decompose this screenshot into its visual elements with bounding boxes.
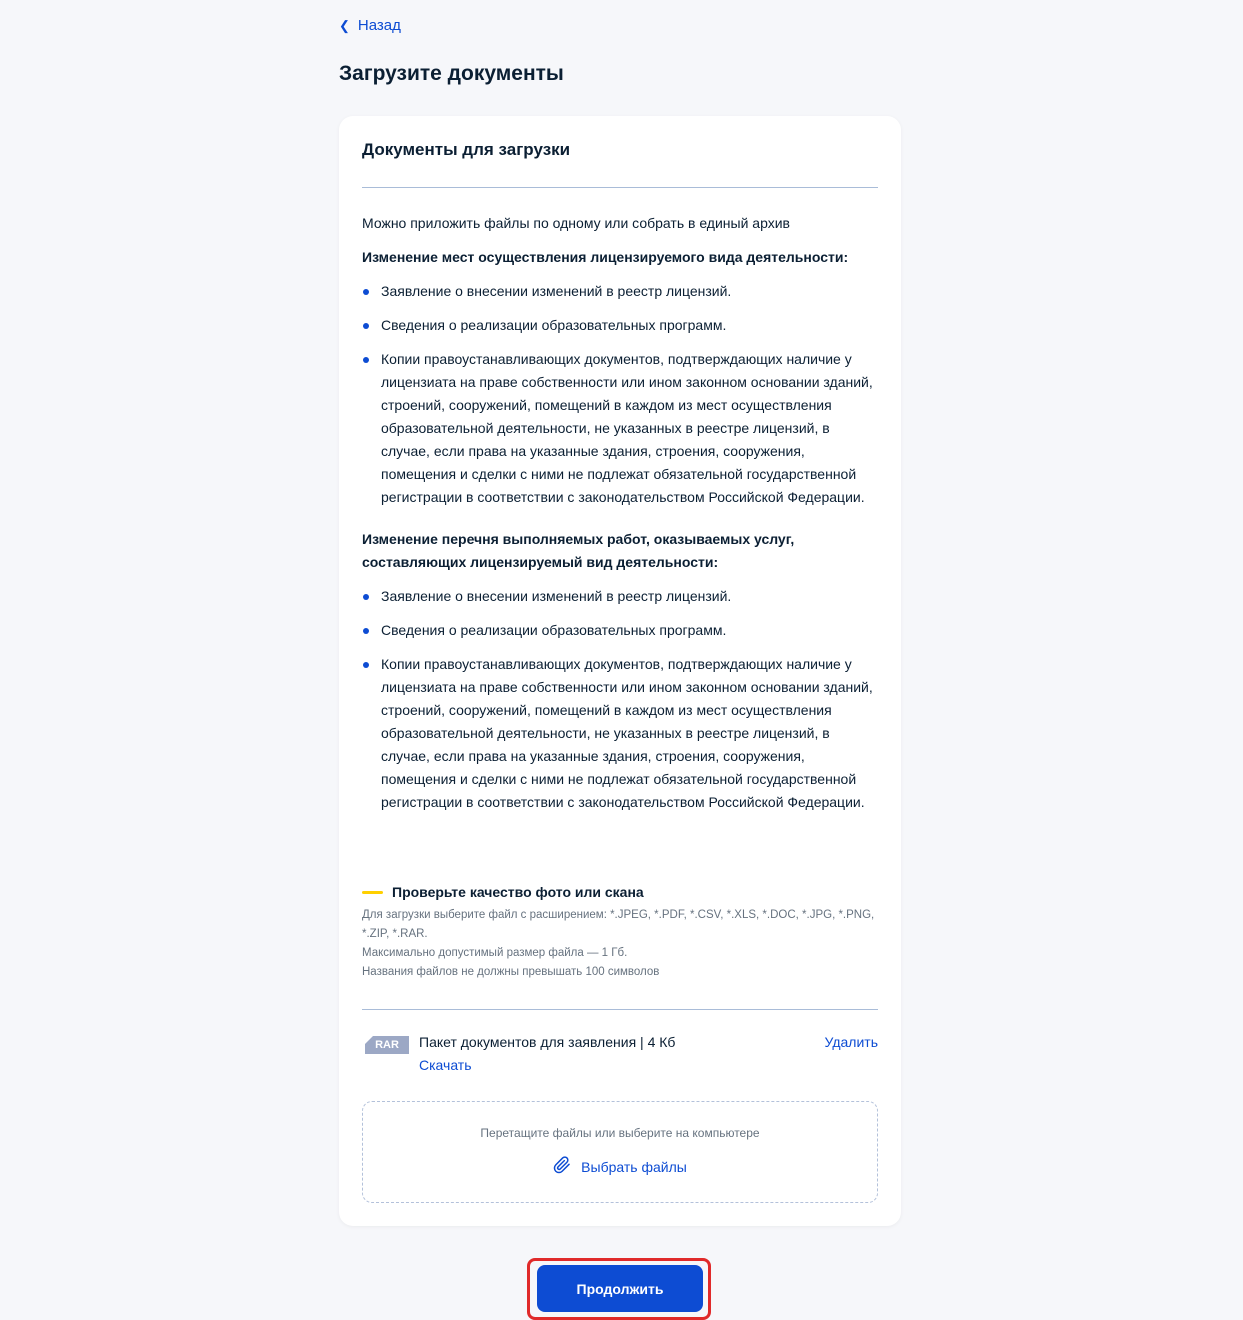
choose-files-button[interactable]: Выбрать файлы (363, 1156, 877, 1177)
list-item: Заявление о внесении изменений в реестр … (362, 585, 878, 608)
file-dropzone[interactable]: Перетащите файлы или выберите на компьют… (362, 1101, 878, 1203)
list-item: Копии правоустанавливающих документов, п… (362, 348, 878, 509)
page-title: Загрузите документы (339, 62, 564, 85)
back-label: Назад (357, 17, 401, 34)
file-size: 4 Кб (647, 1034, 676, 1050)
document-list: Заявление о внесении изменений в реестр … (362, 585, 878, 814)
document-list: Заявление о внесении изменений в реестр … (362, 280, 878, 509)
quality-heading: Проверьте качество фото или скана (392, 884, 644, 900)
name-limit-text: Названия файлов не должны превышать 100 … (362, 966, 660, 978)
warning-bar (362, 890, 383, 894)
formats-text: Для загрузки выберите файл с расширением… (362, 909, 875, 940)
section-heading: Изменение мест осуществления лицензируем… (362, 249, 849, 265)
choose-files-label: Выбрать файлы (581, 1158, 687, 1175)
continue-button[interactable]: Продолжить (537, 1265, 703, 1312)
list-item: Копии правоустанавливающих документов, п… (362, 653, 878, 814)
file-name: Пакет документов для заявления (419, 1034, 637, 1050)
list-item: Сведения о реализации образовательных пр… (362, 314, 878, 337)
uploaded-file: RAR Пакет документов для заявления | 4 К… (362, 1034, 878, 1078)
card-title: Документы для загрузки (362, 140, 571, 159)
back-link[interactable]: ❮ Назад (339, 17, 401, 34)
divider (362, 1009, 878, 1010)
list-item: Сведения о реализации образовательных пр… (362, 619, 878, 642)
file-info: Пакет документов для заявления | 4 Кб (419, 1034, 675, 1050)
intro-text: Можно приложить файлы по одному или собр… (362, 215, 790, 231)
upload-requirements: Для загрузки выберите файл с расширением… (362, 906, 878, 982)
documents-card: Документы для загрузки Можно приложить ф… (339, 116, 901, 1226)
list-item: Заявление о внесении изменений в реестр … (362, 280, 878, 303)
download-link[interactable]: Скачать (419, 1057, 472, 1073)
quality-notice: Проверьте качество фото или скана Для за… (362, 884, 878, 982)
rar-file-icon: RAR (365, 1036, 409, 1054)
dropzone-hint: Перетащите файлы или выберите на компьют… (480, 1126, 760, 1140)
file-separator: | (640, 1034, 644, 1050)
section-heading: Изменение перечня выполняемых работ, ока… (362, 531, 795, 570)
delete-link[interactable]: Удалить (825, 1034, 878, 1050)
max-size-text: Максимально допустимый размер файла — 1 … (362, 947, 628, 959)
divider (362, 187, 878, 188)
chevron-left-icon: ❮ (339, 18, 350, 33)
paperclip-icon (553, 1156, 571, 1177)
documents-description: Можно приложить файлы по одному или собр… (362, 212, 878, 825)
